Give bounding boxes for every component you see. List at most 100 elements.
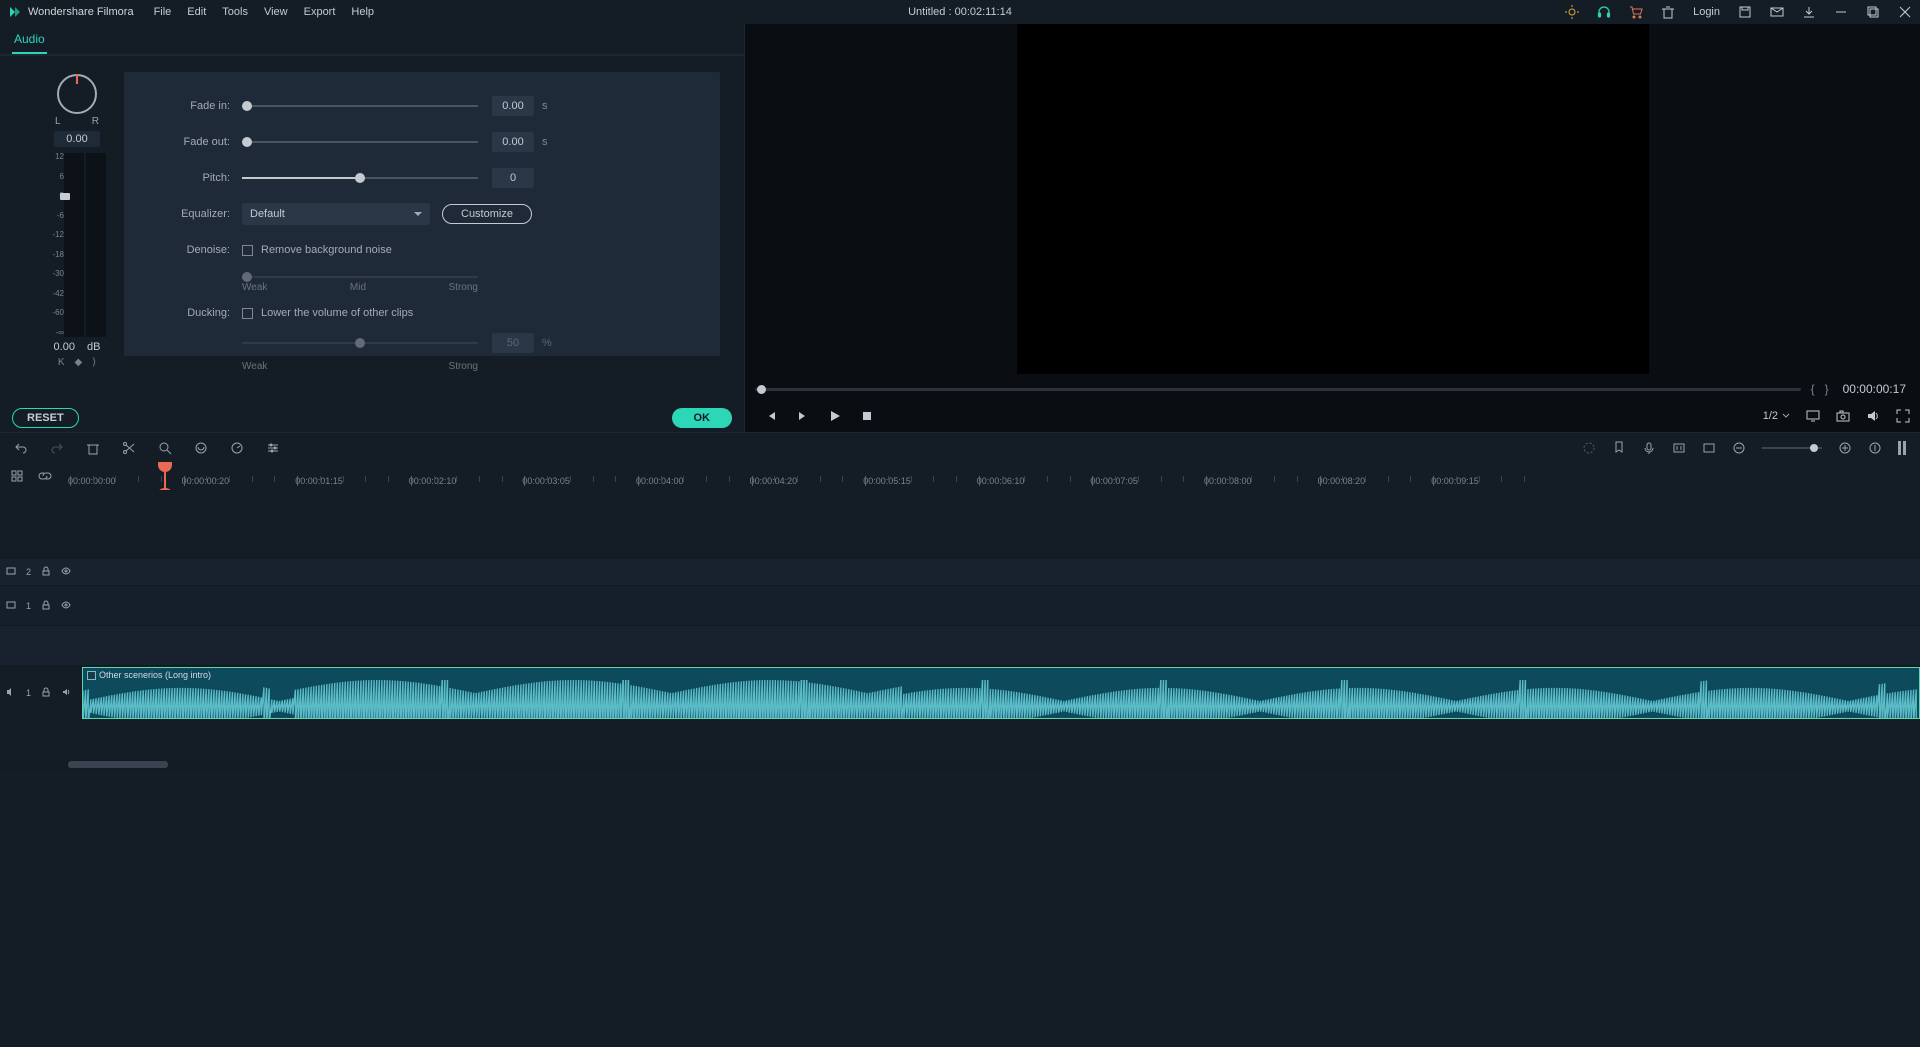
document-title: Untitled : 00:02:11:14 [908, 6, 1012, 18]
render-icon[interactable] [1582, 441, 1596, 455]
vu-meter-right [86, 153, 106, 337]
fadein-label: Fade in: [154, 100, 230, 112]
equalizer-label: Equalizer: [154, 208, 230, 220]
menu-help[interactable]: Help [351, 6, 374, 18]
save-icon[interactable] [1738, 5, 1752, 19]
step-forward-icon[interactable] [797, 410, 809, 422]
reset-button[interactable]: RESET [12, 408, 79, 428]
zoom-in-icon[interactable] [1838, 441, 1852, 455]
record-vo-icon[interactable] [1642, 441, 1656, 455]
fadein-value[interactable]: 0.00 [492, 96, 534, 116]
timeline-hscroll[interactable] [0, 760, 1920, 770]
mark-in-icon[interactable]: { [1811, 382, 1815, 396]
balance-l-label: L [55, 116, 61, 127]
menu-edit[interactable]: Edit [187, 6, 206, 18]
pitch-slider[interactable] [242, 177, 478, 179]
cart-icon[interactable] [1629, 5, 1643, 19]
track-a1-lock-icon[interactable] [41, 687, 51, 699]
play-icon[interactable] [829, 410, 841, 422]
split-icon[interactable] [122, 441, 136, 455]
zoom-fit-icon[interactable] [1868, 441, 1882, 455]
track-manager-icon[interactable] [10, 469, 24, 483]
headphones-icon[interactable] [1597, 5, 1611, 19]
mixer-icon[interactable] [1672, 441, 1686, 455]
fadein-unit: s [542, 100, 548, 112]
vu-meter-left [64, 153, 84, 337]
crop-zoom-icon[interactable] [158, 441, 172, 455]
gain-unit: dB [87, 341, 100, 353]
split-view-icon[interactable] [1898, 441, 1906, 455]
preview-canvas[interactable] [1017, 24, 1649, 374]
vu-scale: 1260-6-12-18-30-42-60-∞ [48, 153, 64, 337]
adjust-icon[interactable] [266, 441, 280, 455]
balance-knob[interactable] [57, 74, 97, 114]
preview-panel: { } 00:00:00:17 1/2 [744, 24, 1920, 432]
volume-icon[interactable] [1866, 409, 1880, 423]
customize-button[interactable]: Customize [442, 204, 532, 224]
tab-audio[interactable]: Audio [12, 26, 47, 54]
link-icon[interactable] [38, 469, 52, 483]
titlebar: Wondershare Filmora File Edit Tools View… [0, 0, 1920, 24]
fullscreen-icon[interactable] [1896, 409, 1910, 423]
undo-icon[interactable] [14, 441, 28, 455]
ducking-checkbox[interactable] [242, 308, 253, 319]
denoise-checkbox-label: Remove background noise [261, 244, 392, 256]
balance-r-label: R [92, 116, 99, 127]
speed-icon[interactable] [230, 441, 244, 455]
download-icon[interactable] [1802, 5, 1816, 19]
fadeout-label: Fade out: [154, 136, 230, 148]
audio-properties: Fade in: 0.00 s Fade out: 0.00 s Pitch: … [124, 72, 720, 356]
ducking-value: 50 [492, 333, 534, 353]
menu-view[interactable]: View [264, 6, 288, 18]
app-title: Wondershare Filmora [28, 6, 134, 18]
denoise-checkbox[interactable] [242, 245, 253, 256]
track-v2-lock-icon[interactable] [41, 566, 51, 578]
audio-clip[interactable]: Other scenerios (Long intro) [82, 667, 1920, 719]
marker-icon[interactable] [1612, 441, 1626, 455]
keyframe-add-icon[interactable]: ◆ [75, 357, 83, 368]
keyframe-next-icon[interactable]: ⟩ [92, 357, 96, 368]
fadeout-slider[interactable] [242, 141, 478, 143]
redo-icon[interactable] [50, 441, 64, 455]
menu-file[interactable]: File [154, 6, 172, 18]
equalizer-select[interactable]: Default [242, 203, 430, 225]
login-button[interactable]: Login [1693, 6, 1720, 18]
menu-export[interactable]: Export [304, 6, 336, 18]
denoise-label: Denoise: [154, 244, 230, 256]
maximize-icon[interactable] [1866, 5, 1880, 19]
zoom-out-icon[interactable] [1732, 441, 1746, 455]
music-note-icon [87, 671, 96, 680]
menu-tools[interactable]: Tools [222, 6, 248, 18]
stop-icon[interactable] [861, 410, 873, 422]
playhead[interactable] [164, 462, 166, 490]
display-icon[interactable] [1806, 409, 1820, 423]
minimize-icon[interactable] [1834, 5, 1848, 19]
close-icon[interactable] [1898, 5, 1912, 19]
step-back-icon[interactable] [765, 410, 777, 422]
fadeout-value[interactable]: 0.00 [492, 132, 534, 152]
timeline-zoom-slider[interactable] [1762, 447, 1822, 449]
gain-slider[interactable] [60, 193, 70, 200]
track-v2-icon [6, 566, 16, 578]
audio-edit-panel: Audio L R 0.00 1260-6-12-18-30-42-60-∞ 0.… [0, 24, 744, 432]
timeline-ruler[interactable]: 00:00:00:0000:00:00:2000:00:01:1500:00:0… [68, 462, 1920, 490]
track-v1-lock-icon[interactable] [41, 600, 51, 612]
denoise-slider[interactable] [242, 276, 478, 278]
delete-icon[interactable] [86, 441, 100, 455]
ok-button[interactable]: OK [672, 408, 733, 428]
pitch-value[interactable]: 0 [492, 168, 534, 188]
app-logo-icon [8, 5, 22, 19]
media-icon[interactable] [1702, 441, 1716, 455]
trash-icon[interactable] [1661, 5, 1675, 19]
fadein-slider[interactable] [242, 105, 478, 107]
preview-zoom-select[interactable]: 1/2 [1763, 410, 1790, 422]
mail-icon[interactable] [1770, 5, 1784, 19]
sun-icon[interactable] [1565, 5, 1579, 19]
ducking-slider[interactable] [242, 342, 478, 344]
preview-scrubber[interactable] [755, 388, 1801, 391]
mask-icon[interactable] [194, 441, 208, 455]
balance-value: 0.00 [54, 131, 100, 147]
snapshot-icon[interactable] [1836, 409, 1850, 423]
keyframe-prev-icon[interactable]: K [58, 357, 65, 368]
mark-out-icon[interactable]: } [1825, 382, 1829, 396]
